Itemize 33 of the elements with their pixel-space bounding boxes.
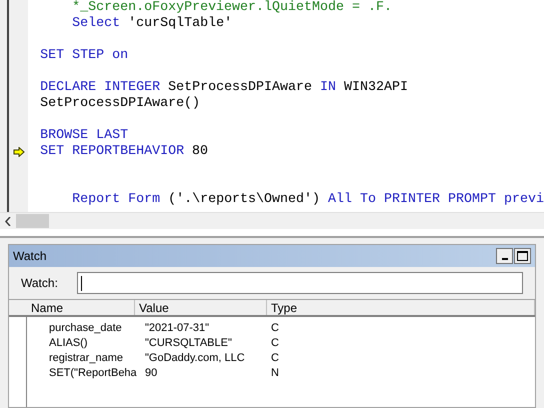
watch-input-field[interactable] [77, 272, 523, 294]
table-cell: "CURSQLTABLE" [145, 337, 232, 350]
code-line: Report Form ('.\reports\Owned') All To PRINTER PROMPT previ [72, 192, 544, 207]
horizontal-scrollbar[interactable] [0, 212, 544, 229]
column-header[interactable]: Name [9, 300, 135, 315]
code-line: SET REPORTBEHAVIOR 80 [40, 144, 208, 159]
column-header[interactable]: Value [135, 300, 267, 315]
code-line: SetProcessDPIAware() [40, 96, 200, 111]
watch-label: Watch: [21, 275, 59, 292]
code-line: Select 'curSqlTable' [72, 16, 232, 31]
code-line: SET STEP on [40, 48, 128, 63]
table-cell: "2021-07-31" [145, 322, 210, 334]
table-cell: C [271, 352, 279, 364]
table-cell: "GoDaddy.com, LLC [145, 352, 245, 364]
table-cell: SET("ReportBeha [49, 367, 137, 380]
table-cell: N [271, 367, 279, 380]
text-cursor [81, 276, 82, 290]
code-line: *_Screen.oFoxyPreviewer.lQuietMode = .F. [72, 0, 392, 15]
table-cell: registrar_name [49, 352, 123, 364]
table-cell: C [271, 322, 279, 334]
minimize-button[interactable] [496, 248, 513, 264]
minimize-icon [502, 258, 508, 260]
scroll-thumb[interactable] [16, 214, 49, 228]
table-cell: 90 [145, 367, 158, 380]
code-line: DECLARE INTEGER SetProcessDPIAware IN WIN32API [40, 80, 408, 95]
table-cell: C [271, 337, 279, 350]
code-line: BROWSE LAST [40, 128, 128, 143]
table-cell: purchase_date [49, 322, 122, 334]
maximize-icon [517, 251, 528, 261]
table-cell: ALIAS() [49, 337, 88, 350]
maximize-button[interactable] [514, 248, 531, 264]
column-header[interactable]: Type [267, 300, 535, 315]
window-title: Watch [13, 248, 48, 265]
